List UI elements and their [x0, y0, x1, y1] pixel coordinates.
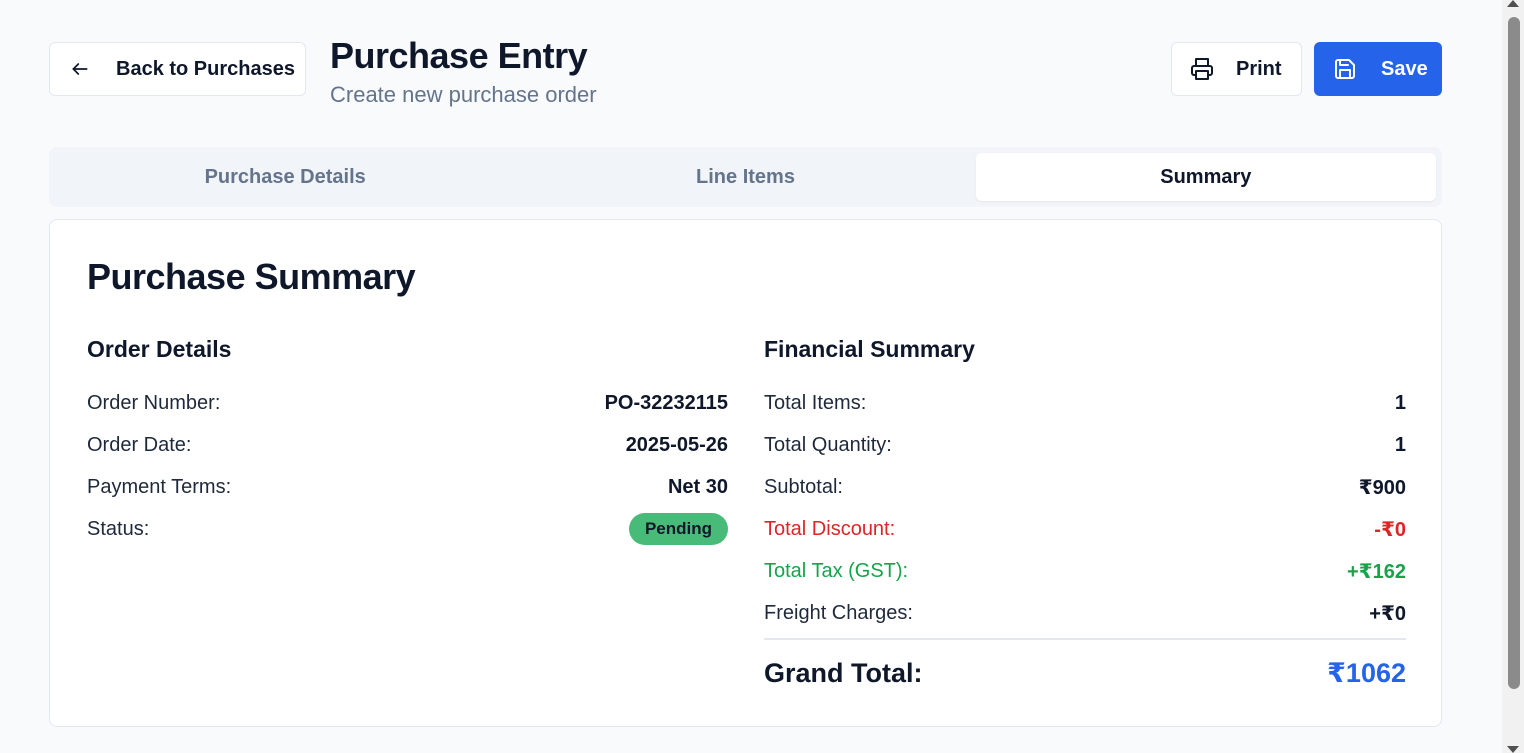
total-items-value: 1: [1394, 391, 1406, 414]
total-quantity-row: Total Quantity: 1: [764, 424, 1406, 466]
subtotal-row: Subtotal: ₹900: [764, 466, 1406, 508]
summary-title: Purchase Summary: [87, 256, 416, 297]
scroll-up-arrow-icon[interactable]: [1507, 0, 1519, 7]
page-header: Back to Purchases Purchase Entry Create …: [49, 35, 1442, 112]
status-badge: Pending: [628, 513, 728, 545]
order-details-section: Order Details Order Number: PO-32232115 …: [87, 332, 728, 550]
row-label: Payment Terms:: [87, 475, 232, 498]
back-to-purchases-button[interactable]: Back to Purchases: [49, 42, 306, 96]
status-row: Status: Pending: [87, 508, 728, 550]
tab-purchase-details[interactable]: Purchase Details: [55, 153, 515, 201]
scroll-thumb[interactable]: [1508, 17, 1520, 689]
total-tax-row: Total Tax (GST): +₹162: [764, 550, 1406, 592]
order-date-row: Order Date: 2025-05-26: [87, 424, 728, 466]
financial-summary-title: Financial Summary: [764, 336, 975, 362]
row-label: Status:: [87, 517, 150, 540]
print-button[interactable]: Print: [1171, 42, 1302, 96]
tab-line-items[interactable]: Line Items: [515, 153, 975, 201]
subtotal-value: ₹900: [1358, 476, 1406, 499]
tab-list: Purchase Details Line Items Summary: [49, 147, 1442, 207]
page-subtitle: Create new purchase order: [330, 82, 597, 107]
total-items-row: Total Items: 1: [764, 382, 1406, 424]
payment-terms-row: Payment Terms: Net 30: [87, 466, 728, 508]
row-label: Order Number:: [87, 391, 221, 414]
vertical-scrollbar[interactable]: [1502, 0, 1524, 753]
purchase-summary-card: Purchase Summary Order Details Order Num…: [49, 219, 1442, 727]
total-quantity-value: 1: [1394, 433, 1406, 456]
row-label: Total Discount:: [764, 517, 896, 540]
save-button[interactable]: Save: [1314, 42, 1442, 96]
freight-charges-row: Freight Charges: +₹0: [764, 592, 1406, 634]
row-label: Total Tax (GST):: [764, 559, 909, 582]
grand-total-row: Grand Total: ₹1062: [764, 640, 1406, 706]
order-details-title: Order Details: [87, 336, 232, 362]
row-label: Order Date:: [87, 433, 192, 456]
order-number-row: Order Number: PO-32232115: [87, 382, 728, 424]
save-icon: [1335, 59, 1355, 79]
row-label: Subtotal:: [764, 475, 843, 498]
printer-icon: [1191, 58, 1213, 80]
back-button-label: Back to Purchases: [116, 57, 295, 80]
order-date-value: 2025-05-26: [625, 433, 728, 456]
row-label: Freight Charges:: [764, 601, 913, 624]
total-tax-value: +₹162: [1347, 560, 1406, 583]
title-block: Purchase Entry Create new purchase order: [330, 34, 597, 108]
grand-total-label: Grand Total:: [764, 657, 923, 688]
scroll-down-arrow-icon[interactable]: [1507, 746, 1519, 753]
grand-total-value: ₹1062: [1327, 657, 1406, 688]
financial-summary-section: Financial Summary Total Items: 1 Total Q…: [764, 332, 1406, 706]
tab-summary[interactable]: Summary: [975, 153, 1436, 201]
row-label: Total Quantity:: [764, 433, 892, 456]
print-button-label: Print: [1236, 57, 1282, 80]
save-button-label: Save: [1381, 57, 1428, 80]
row-label: Total Items:: [764, 391, 867, 414]
total-discount-row: Total Discount: -₹0: [764, 508, 1406, 550]
freight-charges-value: +₹0: [1369, 602, 1406, 625]
order-number-value: PO-32232115: [604, 391, 728, 414]
page-title: Purchase Entry: [330, 35, 588, 76]
arrow-left-icon: [72, 63, 88, 75]
payment-terms-value: Net 30: [667, 475, 728, 498]
total-discount-value: -₹0: [1374, 518, 1406, 541]
